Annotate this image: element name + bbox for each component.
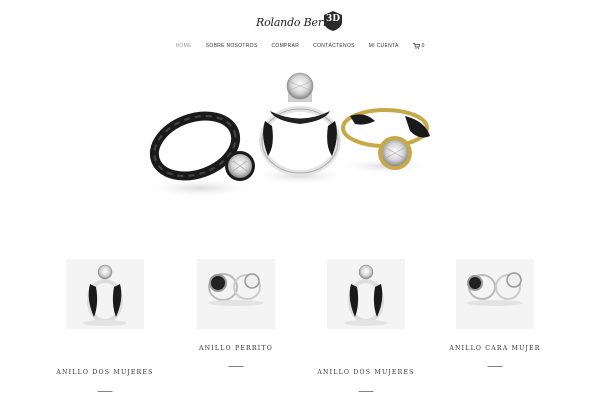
logo-badge: 3D [322,10,344,32]
ring-image-dos-mujeres-2 [344,264,388,326]
product-name[interactable]: ANILLO DOS MUJERES [296,369,436,376]
cart-count: 0 [421,43,425,49]
hero-banner [140,66,440,206]
product-price: ▬▬▬▬▬ [358,389,374,393]
main-nav: HOME SOBRE NOSOTROS COMPRAR CONTÁCTENOS … [0,43,600,49]
ring-image-cara-mujer [467,272,523,306]
cart-link[interactable]: 0 [412,43,425,49]
hero-ring-middle [259,72,341,176]
product-image[interactable] [327,259,405,329]
product-image[interactable] [66,259,144,329]
product-image[interactable] [197,259,275,329]
ring-image-dos-mujeres [83,264,127,326]
nav-contactenos[interactable]: CONTÁCTENOS [313,43,355,49]
hero-rings-image [145,72,430,198]
product-name[interactable]: ANILLO PERRITO [166,345,306,352]
product-name[interactable]: ANILLO DOS MUJERES [35,369,175,376]
product-name[interactable]: ANILLO CARA MUJER [425,345,565,352]
nav-comprar[interactable]: COMPRAR [271,43,299,49]
nav-home[interactable]: HOME [176,43,192,49]
nav-sobre-nosotros[interactable]: SOBRE NOSOTROS [206,43,258,49]
product-price: ▬▬▬▬▬ [97,389,113,393]
product-price: ▬▬▬▬▬ [228,364,244,368]
ring-image-perrito [208,273,264,306]
site-logo[interactable]: Rolando Bernal 3D [254,8,346,36]
product-image[interactable] [456,259,534,329]
logo-badge-text: 3D [325,14,341,24]
cart-icon [412,43,420,49]
hero-ring-left [149,111,255,181]
nav-mi-cuenta[interactable]: MI CUENTA [369,43,399,49]
product-price: ▬▬▬▬▬ [487,364,503,368]
